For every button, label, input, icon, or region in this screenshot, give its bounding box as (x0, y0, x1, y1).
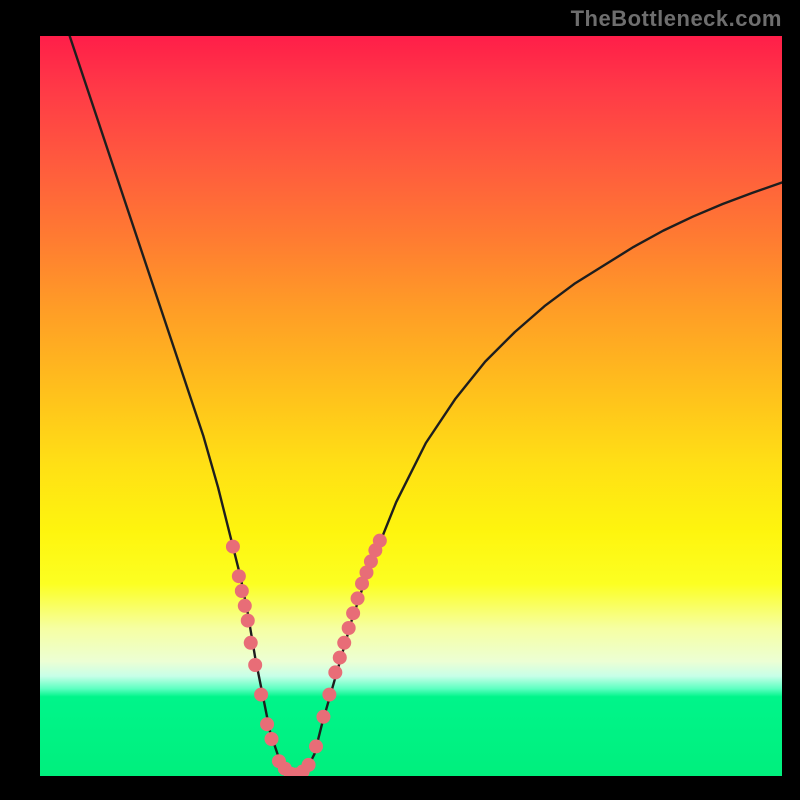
plot-area (40, 36, 782, 776)
curve-marker (265, 732, 279, 746)
watermark-text: TheBottleneck.com (571, 6, 782, 32)
bottleneck-curve (70, 36, 782, 776)
curve-marker (322, 688, 336, 702)
curve-marker (373, 534, 387, 548)
curve-marker (232, 569, 246, 583)
curve-marker (333, 651, 347, 665)
curve-marker (302, 758, 316, 772)
curve-marker (342, 621, 356, 635)
curve-marker (238, 599, 252, 613)
curve-marker (248, 658, 262, 672)
curve-markers (226, 534, 387, 776)
chart-svg (40, 36, 782, 776)
curve-marker (328, 665, 342, 679)
curve-marker (244, 636, 258, 650)
curve-marker (346, 606, 360, 620)
curve-marker (351, 591, 365, 605)
curve-marker (316, 710, 330, 724)
curve-marker (260, 717, 274, 731)
curve-marker (241, 614, 255, 628)
curve-marker (337, 636, 351, 650)
curve-marker (226, 540, 240, 554)
curve-marker (254, 688, 268, 702)
curve-marker (235, 584, 249, 598)
chart-frame: TheBottleneck.com (0, 0, 800, 800)
curve-marker (309, 739, 323, 753)
